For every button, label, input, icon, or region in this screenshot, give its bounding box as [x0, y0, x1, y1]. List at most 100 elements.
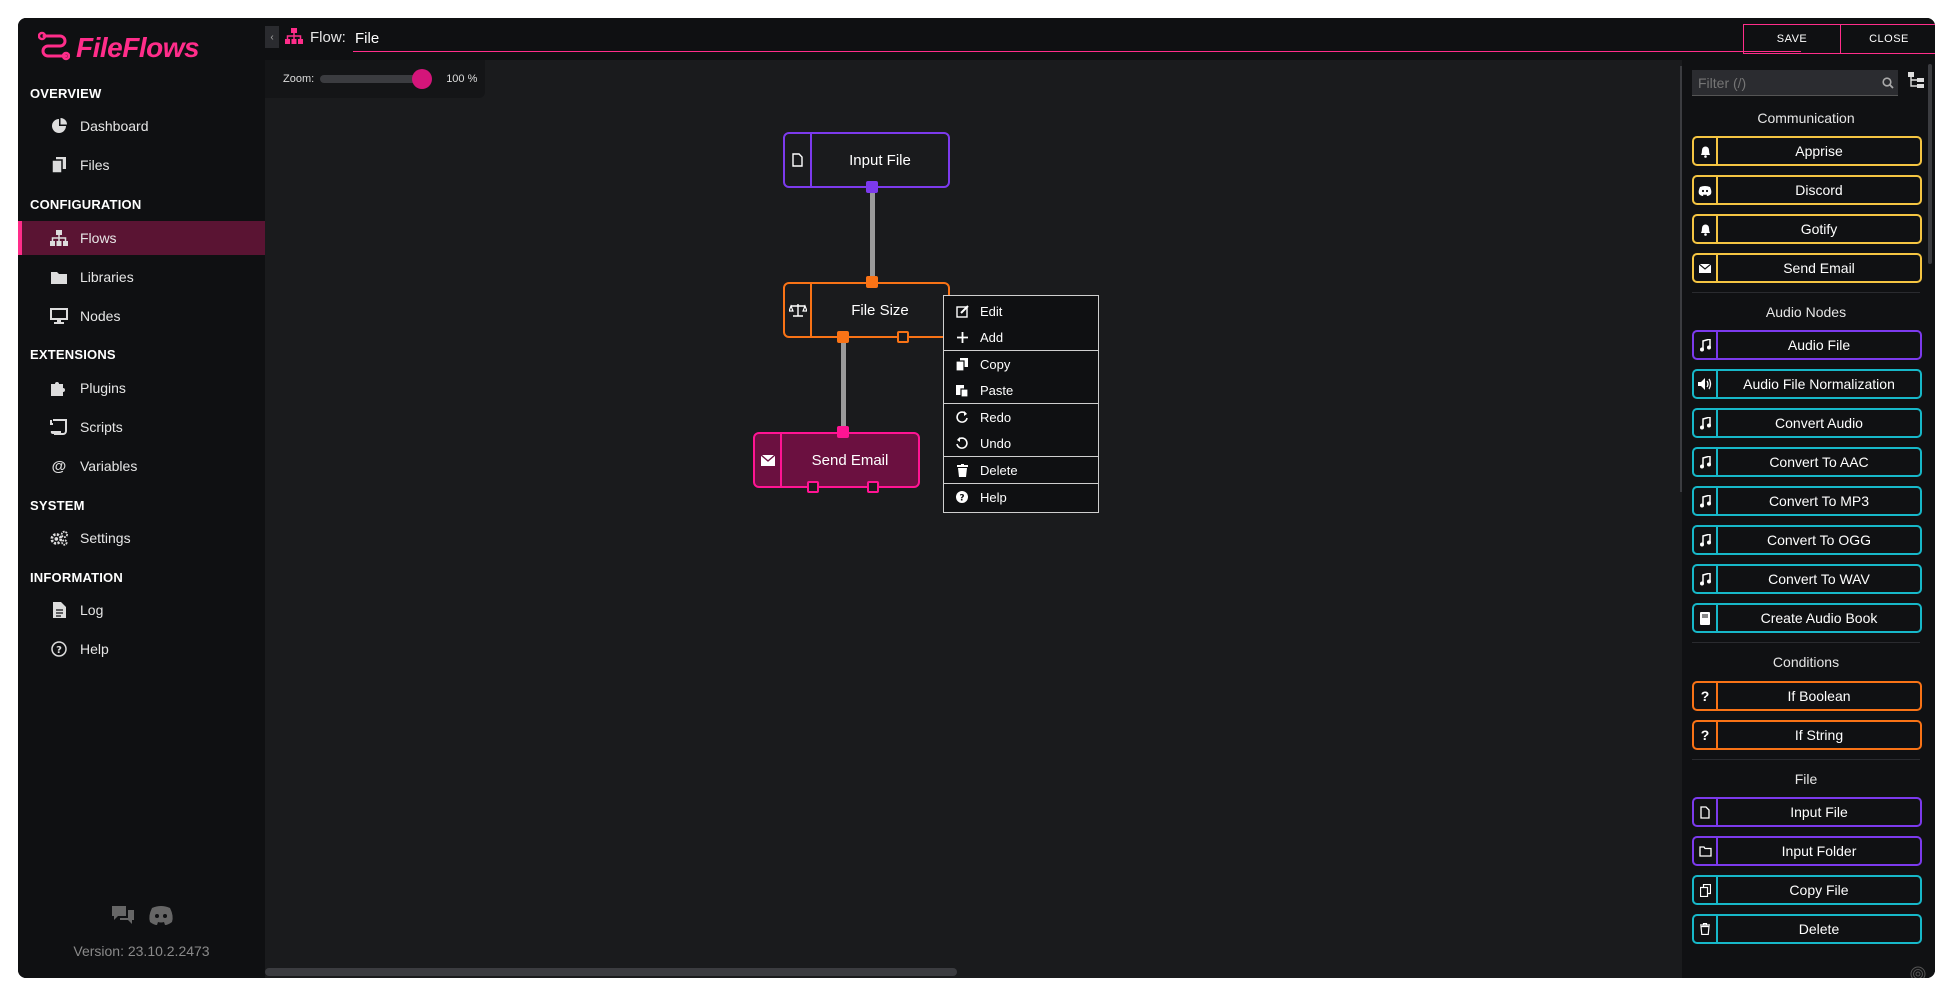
- music-icon: [1694, 488, 1718, 514]
- sitemap-icon: [285, 28, 303, 49]
- puzzle-icon: [50, 379, 68, 397]
- node-output-port[interactable]: [897, 331, 909, 343]
- palette-node-gotify[interactable]: Gotify: [1692, 214, 1922, 244]
- filter-input[interactable]: [1692, 70, 1898, 96]
- palette-node-delete[interactable]: Delete: [1692, 914, 1922, 944]
- flow-label: Flow:: [310, 29, 346, 46]
- palette-node-convert-to-ogg[interactable]: Convert To OGG: [1692, 525, 1922, 555]
- palette-node-send-email[interactable]: Send Email: [1692, 253, 1922, 283]
- connection-line[interactable]: [841, 336, 846, 429]
- zoom-slider[interactable]: [320, 69, 433, 89]
- palette-node-label: Delete: [1798, 921, 1840, 937]
- music-icon: [1694, 449, 1718, 475]
- palette-node-label: Convert Audio: [1775, 415, 1863, 431]
- palette-node-input-folder[interactable]: Input Folder: [1692, 836, 1922, 866]
- palette-node-label: Send Email: [1783, 260, 1855, 276]
- question-circle-icon: ?: [954, 491, 970, 503]
- group-title: Audio Nodes: [1765, 304, 1847, 320]
- palette-node-convert-to-mp3[interactable]: Convert To MP3: [1692, 486, 1922, 516]
- group-title: Conditions: [1772, 654, 1840, 670]
- context-menu-add[interactable]: Add: [944, 324, 1098, 350]
- zoom-control: Zoom: 100 %: [265, 60, 485, 98]
- sidebar-item-log[interactable]: Log: [18, 593, 265, 627]
- sidebar-item-libraries[interactable]: Libraries: [18, 260, 265, 294]
- bell-icon: [1694, 138, 1718, 164]
- context-menu-paste[interactable]: Paste: [944, 377, 1098, 403]
- node-output-port[interactable]: [837, 331, 849, 343]
- sidebar-item-dashboard[interactable]: Dashboard: [18, 109, 265, 143]
- sidebar-item-label: Nodes: [80, 308, 121, 324]
- sidebar-item-plugins[interactable]: Plugins: [18, 371, 265, 405]
- flow-node-input-file[interactable]: Input File: [783, 132, 950, 188]
- sidebar-item-settings[interactable]: Settings: [18, 521, 265, 555]
- context-menu-edit[interactable]: Edit: [944, 298, 1098, 324]
- palette-node-apprise[interactable]: Apprise: [1692, 136, 1922, 166]
- context-menu-copy[interactable]: Copy: [944, 351, 1098, 377]
- palette-node-label: Input Folder: [1781, 843, 1857, 859]
- zoom-slider-thumb[interactable]: [412, 69, 433, 89]
- palette-node-audio-file[interactable]: Audio File: [1692, 330, 1922, 360]
- envelope-icon: [755, 434, 782, 486]
- context-menu-label: Redo: [980, 409, 1012, 425]
- nav-section-system: SYSTEM: [30, 498, 85, 513]
- tree-view-icon[interactable]: [1908, 72, 1924, 93]
- flow-node-file-size[interactable]: File Size: [783, 282, 950, 338]
- top-bar: ‹ Flow: SAVE CLOSE: [265, 18, 1935, 60]
- zoom-value: 100 %: [446, 73, 478, 85]
- connection-line[interactable]: [870, 186, 875, 279]
- flow-name-input[interactable]: [353, 26, 1801, 52]
- palette-node-audio-file-normalization[interactable]: Audio File Normalization: [1692, 369, 1922, 399]
- sidebar-item-nodes[interactable]: Nodes: [18, 299, 265, 333]
- close-button[interactable]: CLOSE: [1840, 24, 1935, 54]
- context-menu-label: Undo: [980, 435, 1012, 451]
- scroll-icon: [50, 418, 68, 436]
- context-menu-help[interactable]: ? Help: [944, 484, 1098, 510]
- palette-node-if-boolean[interactable]: ? If Boolean: [1692, 681, 1922, 711]
- context-menu-label: Paste: [980, 382, 1014, 398]
- palette-node-convert-to-aac[interactable]: Convert To AAC: [1692, 447, 1922, 477]
- sidebar-item-files[interactable]: Files: [18, 148, 265, 182]
- palette-node-create-audio-book[interactable]: Create Audio Book: [1692, 603, 1922, 633]
- palette-node-label: If String: [1794, 727, 1844, 743]
- horizontal-scrollbar[interactable]: [265, 968, 957, 976]
- node-input-port[interactable]: [837, 426, 849, 438]
- collapse-sidebar-button[interactable]: ‹: [265, 26, 279, 48]
- panel-scrollbar[interactable]: [1928, 64, 1932, 264]
- palette-node-convert-audio[interactable]: Convert Audio: [1692, 408, 1922, 438]
- palette-node-convert-to-wav[interactable]: Convert To WAV: [1692, 564, 1922, 594]
- sidebar-item-label: Scripts: [80, 419, 123, 435]
- sidebar-item-label: Libraries: [80, 269, 134, 285]
- context-menu-label: Edit: [980, 303, 1003, 319]
- context-menu-label: Copy: [980, 356, 1011, 372]
- node-output-port[interactable]: [807, 481, 819, 493]
- palette-node-input-file[interactable]: Input File: [1692, 797, 1922, 827]
- search-icon: [1882, 76, 1894, 94]
- context-menu-label: Help: [980, 489, 1007, 505]
- sidebar-item-help[interactable]: ? Help: [18, 632, 265, 666]
- context-menu-undo[interactable]: Undo: [944, 430, 1098, 456]
- palette-node-discord[interactable]: Discord: [1692, 175, 1922, 205]
- pie-chart-icon: [50, 117, 68, 135]
- palette-node-label: Audio File Normalization: [1743, 376, 1895, 392]
- sidebar-item-flows[interactable]: Flows: [18, 221, 265, 255]
- palette-node-label: Audio File: [1787, 337, 1851, 353]
- node-label: Input File: [849, 151, 911, 169]
- context-menu-redo[interactable]: Redo: [944, 404, 1098, 430]
- palette-node-copy-file[interactable]: Copy File: [1692, 875, 1922, 905]
- node-output-port[interactable]: [867, 481, 879, 493]
- plus-icon: [954, 331, 970, 343]
- palette-node-if-string[interactable]: ? If String: [1692, 720, 1922, 750]
- node-input-port[interactable]: [866, 276, 878, 288]
- flow-node-send-email[interactable]: Send Email: [753, 432, 920, 488]
- node-output-port[interactable]: [866, 181, 878, 193]
- trash-icon: [1694, 916, 1718, 942]
- sidebar-item-scripts[interactable]: Scripts: [18, 410, 265, 444]
- comments-icon[interactable]: [110, 904, 136, 931]
- context-menu-delete[interactable]: Delete: [944, 457, 1098, 483]
- volume-icon: [1694, 371, 1718, 397]
- logo[interactable]: FileFlows: [37, 28, 200, 68]
- flow-canvas[interactable]: Zoom: 100 % Input File File Size Send Em…: [265, 60, 1680, 978]
- sidebar-item-variables[interactable]: @ Variables: [18, 449, 265, 483]
- discord-icon[interactable]: [148, 904, 174, 931]
- save-button[interactable]: SAVE: [1743, 24, 1841, 54]
